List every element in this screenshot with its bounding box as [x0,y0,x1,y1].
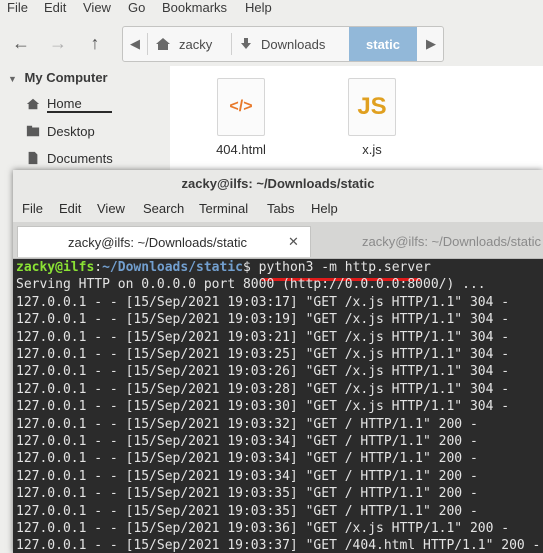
log-line: 127.0.0.1 - - [15/Sep/2021 19:03:35] "GE… [16,503,478,519]
back-button[interactable]: ← [9,32,33,54]
prompt-path: ~/Downloads/static [102,260,243,275]
js-file-icon: JS [348,78,396,136]
chevron-right-icon: ▶ [426,36,436,51]
term-menu-terminal[interactable]: Terminal [199,201,248,216]
sidebar-item-label: Desktop [47,123,95,139]
term-menu-search[interactable]: Search [143,201,184,216]
sidebar-item-documents[interactable]: Documents [26,148,113,168]
log-line: 127.0.0.1 - - [15/Sep/2021 19:03:36] "GE… [16,521,510,536]
file-name: 404.html [216,142,266,157]
breadcrumb-item-zacky[interactable]: zacky [149,27,237,61]
log-line: 127.0.0.1 - - [15/Sep/2021 19:03:34] "GE… [16,468,478,484]
breadcrumb-prev-button[interactable]: ◀ [123,27,147,61]
fm-menu-go[interactable]: Go [128,0,145,15]
term-menu-view[interactable]: View [97,201,125,216]
fm-menu-edit[interactable]: Edit [44,0,66,15]
breadcrumb: ◀ zacky Downloads static ▶ [122,26,444,62]
term-menu-file[interactable]: File [22,201,43,216]
prompt-line: zacky@ilfs:~/Downloads/static$ python3 -… [16,259,431,276]
prompt-symbol: $ [243,260,259,275]
terminal-tabbar: zacky@ilfs: ~/Downloads/static ✕ zacky@i… [13,222,543,259]
log-line: 127.0.0.1 - - [15/Sep/2021 19:03:37] "GE… [16,538,541,553]
term-menu-edit[interactable]: Edit [59,201,81,216]
terminal-output[interactable]: zacky@ilfs:~/Downloads/static$ python3 -… [13,259,543,553]
tab-label: zacky@ilfs: ~/Downloads/static [362,233,542,249]
log-line: 127.0.0.1 - - [15/Sep/2021 19:03:34] "GE… [16,451,478,467]
html-file-icon: </> [217,78,265,136]
fm-menu-view[interactable]: View [83,0,111,15]
tab-label: zacky@ilfs: ~/Downloads/static [68,234,248,250]
log-line: 127.0.0.1 - - [15/Sep/2021 19:03:32] "GE… [16,416,478,432]
home-icon [26,98,40,110]
file-item-404-html[interactable]: </> 404.html [206,78,276,157]
log-line: 127.0.0.1 - - [15/Sep/2021 19:03:30] "GE… [16,399,510,415]
log-line: 127.0.0.1 - - [15/Sep/2021 19:03:35] "GE… [16,486,478,502]
term-menu-tabs[interactable]: Tabs [267,201,294,216]
breadcrumb-next-button[interactable]: ▶ [419,27,443,61]
sidebar-item-label: Documents [47,150,113,166]
fm-menu-file[interactable]: File [7,0,28,15]
home-icon [156,38,170,50]
sidebar-item-label: Home [47,96,112,113]
breadcrumb-label: zacky [179,36,213,52]
log-line: 127.0.0.1 - - [15/Sep/2021 19:03:21] "GE… [16,329,510,345]
file-manager-menubar: File Edit View Go Bookmarks Help [0,0,543,18]
terminal-titlebar[interactable]: zacky@ilfs: ~/Downloads/static [13,170,543,198]
arrow-up-icon: ↑ [90,32,100,53]
prompt-command: python3 -m http.server [258,260,431,275]
download-icon [241,38,251,49]
sidebar-heading[interactable]: ▼ My Computer [8,70,108,85]
terminal-menubar: File Edit View Search Terminal Tabs Help [13,198,543,222]
arrow-left-icon: ← [12,32,30,53]
folder-icon [26,125,40,137]
chevron-down-icon: ▼ [8,74,17,84]
sidebar-item-desktop[interactable]: Desktop [26,121,95,141]
sidebar-heading-label: My Computer [24,70,108,85]
log-line: 127.0.0.1 - - [15/Sep/2021 19:03:26] "GE… [16,364,510,380]
sidebar-item-home[interactable]: Home [26,94,112,114]
log-line: 127.0.0.1 - - [15/Sep/2021 19:03:17] "GE… [16,294,510,310]
close-icon[interactable]: ✕ [288,234,299,250]
fm-menu-help[interactable]: Help [245,0,272,15]
tab-terminal-1[interactable]: zacky@ilfs: ~/Downloads/static ✕ [17,226,311,257]
breadcrumb-item-downloads[interactable]: Downloads [233,27,355,61]
terminal-window: zacky@ilfs: ~/Downloads/static File Edit… [13,170,543,553]
log-line: 127.0.0.1 - - [15/Sep/2021 19:03:34] "GE… [16,434,478,449]
log-line: 127.0.0.1 - - [15/Sep/2021 19:03:25] "GE… [16,347,510,362]
breadcrumb-label: static [366,36,400,52]
log-line: Serving HTTP on 0.0.0.0 port 8000 (http:… [16,277,486,293]
forward-button[interactable]: → [46,32,70,54]
arrow-right-icon: → [49,32,67,53]
up-button[interactable]: ↑ [83,32,107,54]
term-menu-help[interactable]: Help [311,201,338,216]
log-line: 127.0.0.1 - - [15/Sep/2021 19:03:19] "GE… [16,312,510,328]
prompt-separator: : [94,260,103,275]
file-item-x-js[interactable]: JS x.js [337,78,407,157]
fm-menu-bookmarks[interactable]: Bookmarks [162,0,227,15]
prompt-user: zacky@ilfs [16,260,95,275]
breadcrumb-item-static[interactable]: static [349,27,417,61]
log-line: 127.0.0.1 - - [15/Sep/2021 19:03:28] "GE… [16,381,510,397]
file-manager-toolbar: ← → ↑ ◀ zacky Downloads static ▶ [0,18,543,66]
chevron-left-icon: ◀ [130,36,140,51]
breadcrumb-label: Downloads [261,36,326,52]
tab-terminal-2[interactable]: zacky@ilfs: ~/Downloads/static [313,226,543,256]
document-icon [28,151,38,165]
file-name: x.js [362,142,382,157]
